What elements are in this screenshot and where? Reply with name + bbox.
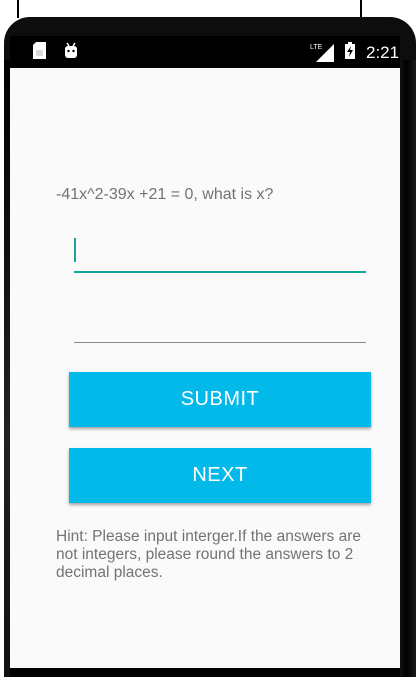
answer-input-2[interactable] [74, 316, 366, 343]
android-debug-icon [65, 42, 77, 58]
bezel-right [400, 60, 416, 677]
lte-signal-icon: LTE [310, 44, 334, 62]
device-frame: LTE 2:21 -41x^2-39x +21 = 0, what is x? … [0, 0, 416, 677]
text-caret [74, 238, 76, 262]
clock-time: 2:21 [366, 43, 400, 62]
sim-card-icon [33, 42, 46, 59]
bottom-bezel [10, 668, 400, 677]
app-screen: -41x^2-39x +21 = 0, what is x? SUBMIT NE… [10, 68, 400, 668]
question-text: -41x^2-39x +21 = 0, what is x? [56, 186, 274, 203]
submit-button[interactable]: SUBMIT [69, 372, 371, 427]
battery-charging-icon [345, 42, 355, 59]
frame-hinge-left [17, 0, 19, 18]
hint-text: Hint: Please input interger.If the answe… [56, 528, 361, 581]
answer-input-1[interactable] [74, 233, 366, 273]
top-strip [0, 0, 416, 18]
frame-hinge-right [360, 0, 362, 18]
lte-label: LTE [310, 44, 323, 51]
next-button[interactable]: NEXT [69, 448, 371, 503]
status-bar: LTE 2:21 [10, 36, 400, 68]
